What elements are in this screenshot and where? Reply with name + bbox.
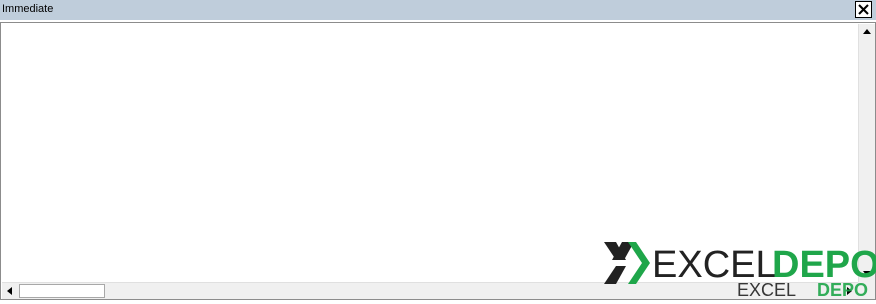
logo-small-text-excel: EXCEL <box>737 280 797 300</box>
close-icon <box>858 4 869 15</box>
arrow-up-icon <box>863 29 871 34</box>
logo-small-text-depo: DEPO <box>817 280 869 300</box>
horizontal-scroll-thumb[interactable] <box>19 284 105 298</box>
close-button[interactable] <box>855 1 872 18</box>
immediate-window: Immediate EXCEL DEPO EXCEL DEPO <box>0 0 876 300</box>
title-bar: Immediate <box>0 0 876 20</box>
window-title: Immediate <box>2 3 54 15</box>
arrow-left-icon <box>7 287 12 295</box>
scroll-left-button[interactable] <box>2 283 18 299</box>
scroll-up-button[interactable] <box>859 24 875 40</box>
